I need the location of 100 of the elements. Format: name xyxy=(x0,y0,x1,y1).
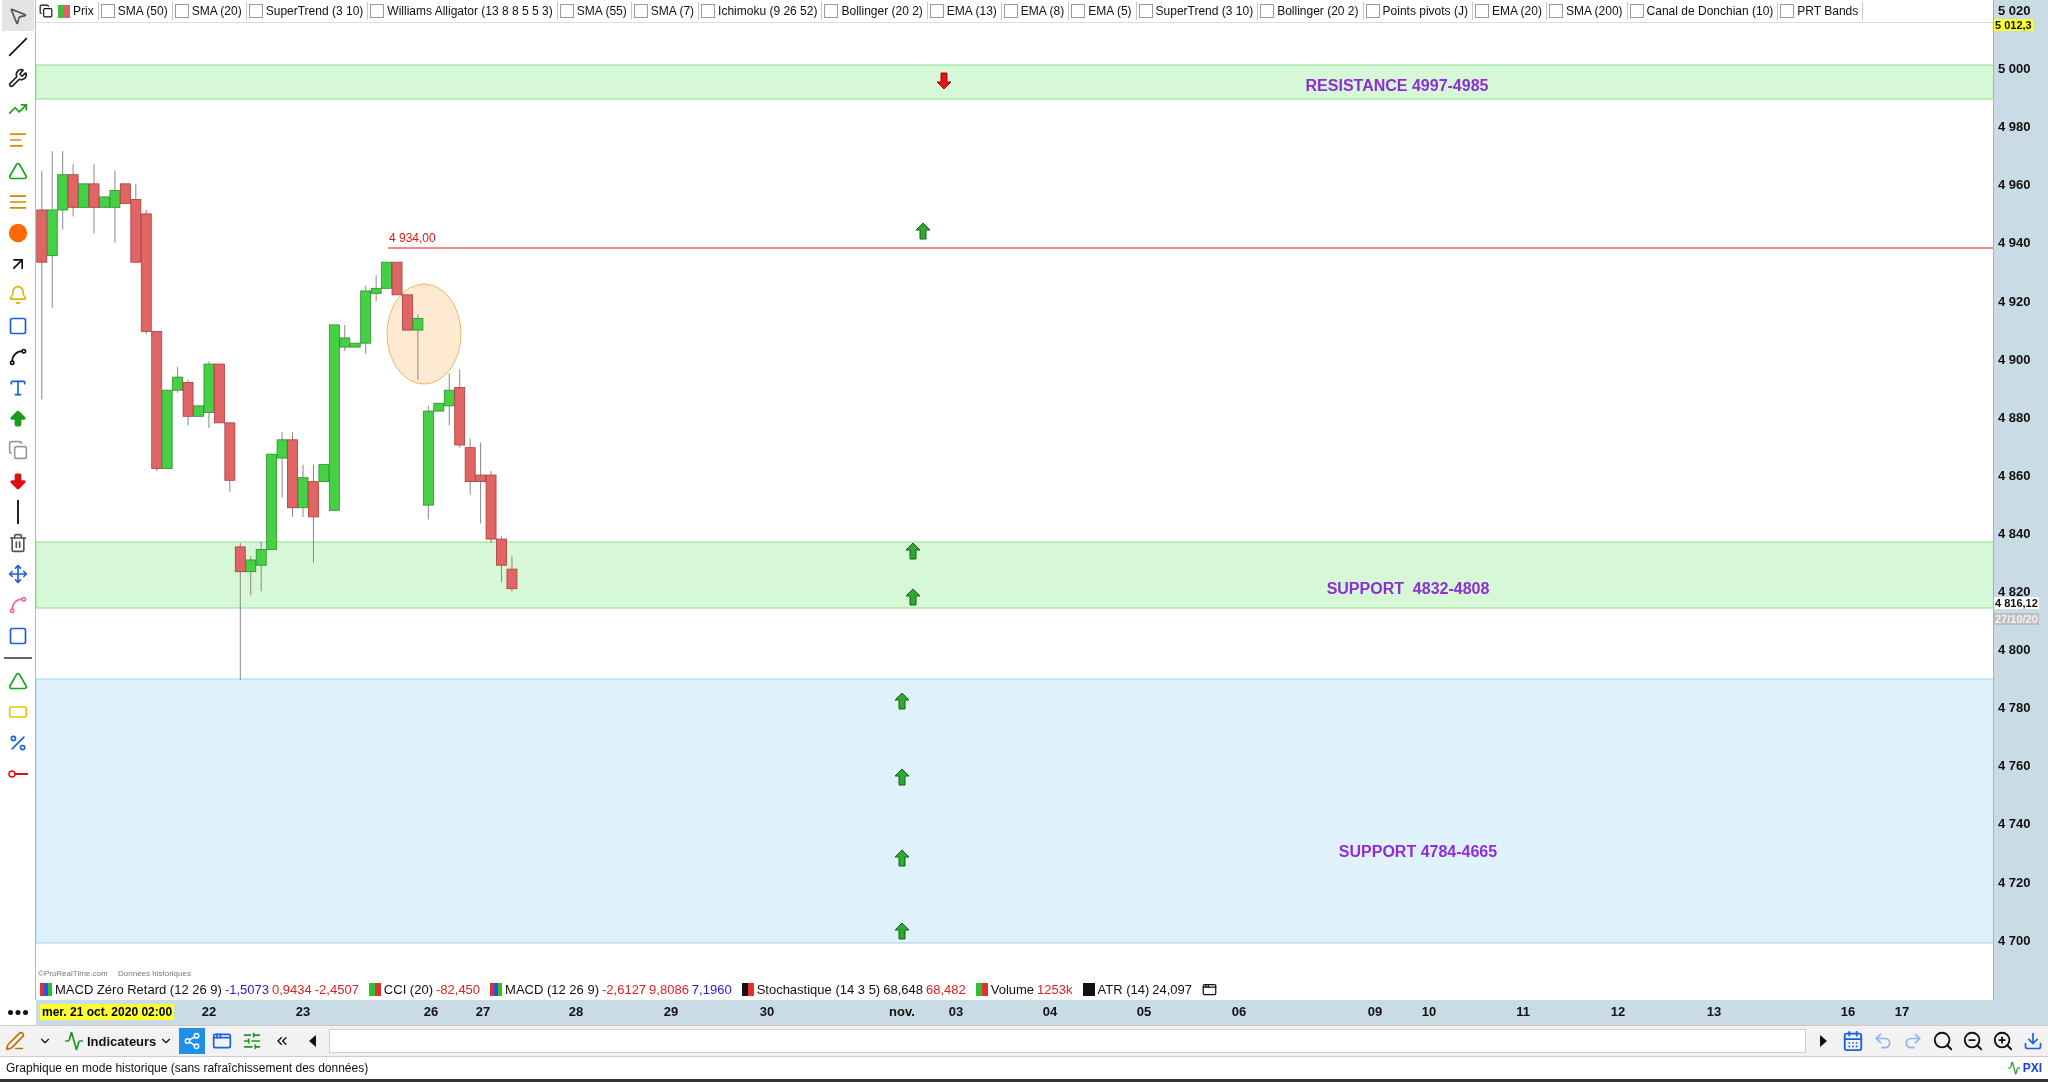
triangle-line-icon xyxy=(7,160,28,181)
undo-icon xyxy=(1873,1031,1893,1051)
date-label: 30 xyxy=(759,1004,775,1019)
pencil-icon xyxy=(5,1031,25,1051)
indicator-value: 9,8086 xyxy=(649,982,689,997)
checkbox[interactable] xyxy=(1071,4,1086,18)
checkbox[interactable] xyxy=(174,4,189,18)
checkbox[interactable] xyxy=(559,4,574,18)
price-tick: 4 960 xyxy=(1998,176,2031,192)
checkbox[interactable] xyxy=(633,4,648,18)
zone-label: RESISTANCE 4997-4985 xyxy=(1305,77,1489,95)
indicator-name: CCI (20) xyxy=(383,982,433,997)
line-icon xyxy=(7,36,28,57)
indicator-toggle[interactable]: EMA (5) xyxy=(1069,2,1137,20)
pxi-badge[interactable]: PXI xyxy=(2006,1061,2042,1075)
indicators-button[interactable]: Indicateurs xyxy=(62,1028,176,1054)
right-triangle-icon xyxy=(1819,1035,1827,1047)
price-tick: 4 760 xyxy=(1998,757,2031,773)
date-label: 23 xyxy=(295,1004,311,1019)
indicator-swatch-icon xyxy=(40,983,52,996)
windows-icon[interactable] xyxy=(39,4,53,18)
checkbox[interactable] xyxy=(1629,4,1644,18)
indicator-value: 1253k xyxy=(1037,982,1073,997)
indicator-toggle[interactable]: SuperTrend (3 10) xyxy=(246,2,369,20)
indicator-toggle[interactable]: SMA (200) xyxy=(1546,2,1628,20)
price-tick: 4 880 xyxy=(1998,409,2031,425)
left-triangle-icon xyxy=(308,1035,316,1047)
checkbox[interactable] xyxy=(1260,4,1275,18)
checkbox[interactable] xyxy=(1138,4,1153,18)
indicator-toggle[interactable]: SMA (50) xyxy=(98,2,173,20)
price-tick: 4 860 xyxy=(1998,467,2031,483)
indicator-toggle[interactable]: Ichimoku (9 26 52) xyxy=(699,2,823,20)
date-label: nov. xyxy=(889,1004,915,1019)
indicator-toggle[interactable]: PRT Bands xyxy=(1778,2,1864,20)
indicator-toggle[interactable]: Bollinger (20 2) xyxy=(1258,2,1364,20)
indicator-toggle[interactable]: Canal de Donchian (10) xyxy=(1627,2,1779,20)
up-arrow-icon xyxy=(915,222,931,240)
date-label: 13 xyxy=(1706,1004,1722,1019)
candlestick xyxy=(381,261,392,289)
indicator-toggle[interactable]: Bollinger (20 2) xyxy=(822,2,928,20)
indicator-toggle[interactable]: SMA (55) xyxy=(557,2,632,20)
price-tick: 5 020 xyxy=(1998,2,2031,18)
date-label: 03 xyxy=(948,1004,964,1019)
checkbox[interactable] xyxy=(1548,4,1563,18)
checkbox[interactable] xyxy=(100,4,115,18)
indicator-name: Stochastique (14 3 5) xyxy=(756,982,881,997)
indicator-toggle[interactable]: Points pivots (J) xyxy=(1363,2,1473,20)
indicator-toggle[interactable]: EMA (20) xyxy=(1472,2,1547,20)
indicator-name: ATR (14) xyxy=(1097,982,1150,997)
indicator-value: -2,6127 xyxy=(602,982,647,997)
date-label: 22 xyxy=(201,1004,217,1019)
zone-label: SUPPORT 4784-4665 xyxy=(1338,843,1498,861)
sliders-icon xyxy=(242,1031,263,1051)
checkbox[interactable] xyxy=(1365,4,1380,18)
up-arrow-icon xyxy=(894,768,910,786)
checkbox[interactable] xyxy=(701,4,716,18)
indicator-toggle[interactable]: EMA (8) xyxy=(1001,2,1070,20)
triangle-icon xyxy=(7,670,28,691)
checkbox[interactable] xyxy=(824,4,839,18)
segment-icon xyxy=(7,346,28,367)
date-label: 16 xyxy=(1840,1004,1856,1019)
indicator-toggle[interactable]: SuperTrend (3 10) xyxy=(1136,2,1259,20)
up-arrow-icon xyxy=(894,692,910,710)
scrollbar-track[interactable] xyxy=(329,1029,1806,1053)
wrench-icon xyxy=(7,67,28,88)
download-icon xyxy=(2023,1031,2043,1051)
indicator-toggle[interactable]: EMA (13) xyxy=(927,2,1002,20)
checkbox[interactable] xyxy=(929,4,944,18)
checkbox[interactable] xyxy=(370,4,385,18)
checkbox[interactable] xyxy=(1474,4,1489,18)
pointer-tool[interactable] xyxy=(1,0,34,31)
price-tick: 4 720 xyxy=(1998,874,2031,889)
search-icon xyxy=(1932,1030,1954,1052)
date-label: 27 xyxy=(475,1004,491,1019)
source-note: Données historiques xyxy=(118,969,191,978)
price-legend-item[interactable]: Prix xyxy=(56,2,99,20)
indicator-toggle[interactable]: Williams Alligator (13 8 8 5 5 3) xyxy=(368,2,558,20)
date-label: 09 xyxy=(1367,1004,1383,1019)
windows-icon[interactable] xyxy=(1202,982,1218,997)
ellipse-icon xyxy=(7,222,28,243)
share-button[interactable] xyxy=(179,1028,206,1054)
date-label: 10 xyxy=(1421,1004,1437,1019)
source-note: ©ProRealTime.com xyxy=(38,969,108,978)
more-icon xyxy=(8,1010,28,1015)
indicator-value: 0,9434 xyxy=(272,982,312,997)
indicator-name: MACD (12 26 9) xyxy=(505,982,599,997)
checkbox[interactable] xyxy=(248,4,263,18)
price-tick: 4 820 xyxy=(1998,583,2031,599)
indicator-swatch-icon xyxy=(490,983,503,996)
move-icon xyxy=(7,563,28,584)
zoom-out-icon xyxy=(1962,1030,1984,1052)
checkbox[interactable] xyxy=(1003,4,1018,18)
redo-icon xyxy=(1903,1031,1923,1051)
indicator-toggle[interactable]: SMA (7) xyxy=(631,2,700,20)
date-label: 06 xyxy=(1231,1004,1247,1019)
date-label: 28 xyxy=(568,1004,584,1019)
date-label: 11 xyxy=(1516,1004,1530,1019)
indicator-toggle[interactable]: SMA (20) xyxy=(172,2,247,20)
vertical-line-icon xyxy=(16,499,19,524)
checkbox[interactable] xyxy=(1780,4,1795,18)
